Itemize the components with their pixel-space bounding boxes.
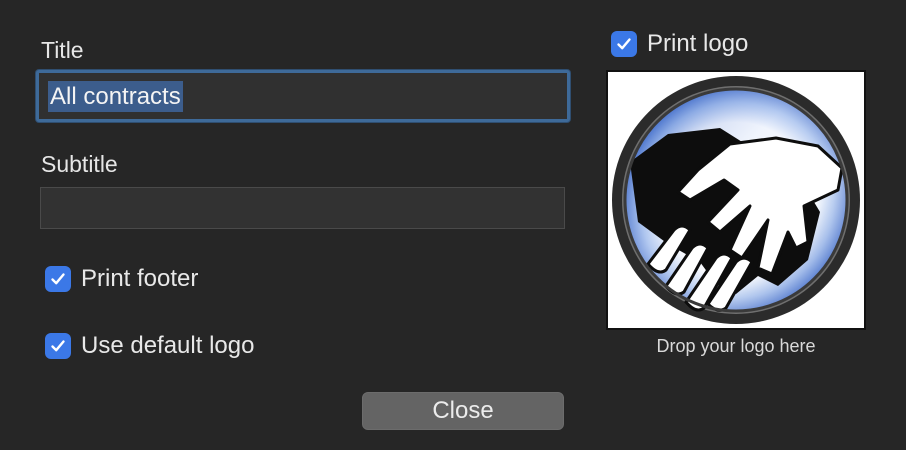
drop-logo-caption: Drop your logo here bbox=[656, 336, 816, 356]
handshake-logo-icon bbox=[612, 76, 860, 324]
print-footer-label: Print footer bbox=[81, 265, 199, 292]
print-logo-label: Print logo bbox=[647, 30, 749, 57]
print-logo-row[interactable]: Print logo bbox=[611, 30, 748, 58]
use-default-logo-row[interactable]: Use default logo bbox=[45, 332, 254, 360]
checkmark-icon bbox=[617, 38, 631, 50]
checkmark-icon bbox=[51, 340, 65, 352]
print-footer-row[interactable]: Print footer bbox=[45, 265, 198, 293]
close-button[interactable]: Close bbox=[362, 392, 564, 430]
subtitle-input[interactable] bbox=[41, 188, 564, 228]
checkmark-icon bbox=[51, 273, 65, 285]
subtitle-label: Subtitle bbox=[41, 151, 118, 177]
print-footer-checkbox[interactable] bbox=[45, 266, 71, 292]
subtitle-field[interactable] bbox=[40, 187, 565, 229]
print-logo-checkbox[interactable] bbox=[611, 31, 637, 57]
title-input[interactable] bbox=[39, 73, 567, 119]
use-default-logo-label: Use default logo bbox=[81, 332, 255, 359]
logo-drop-well[interactable] bbox=[606, 70, 866, 330]
title-field[interactable]: All contracts bbox=[36, 70, 570, 122]
title-label: Title bbox=[41, 37, 84, 63]
use-default-logo-checkbox[interactable] bbox=[45, 333, 71, 359]
